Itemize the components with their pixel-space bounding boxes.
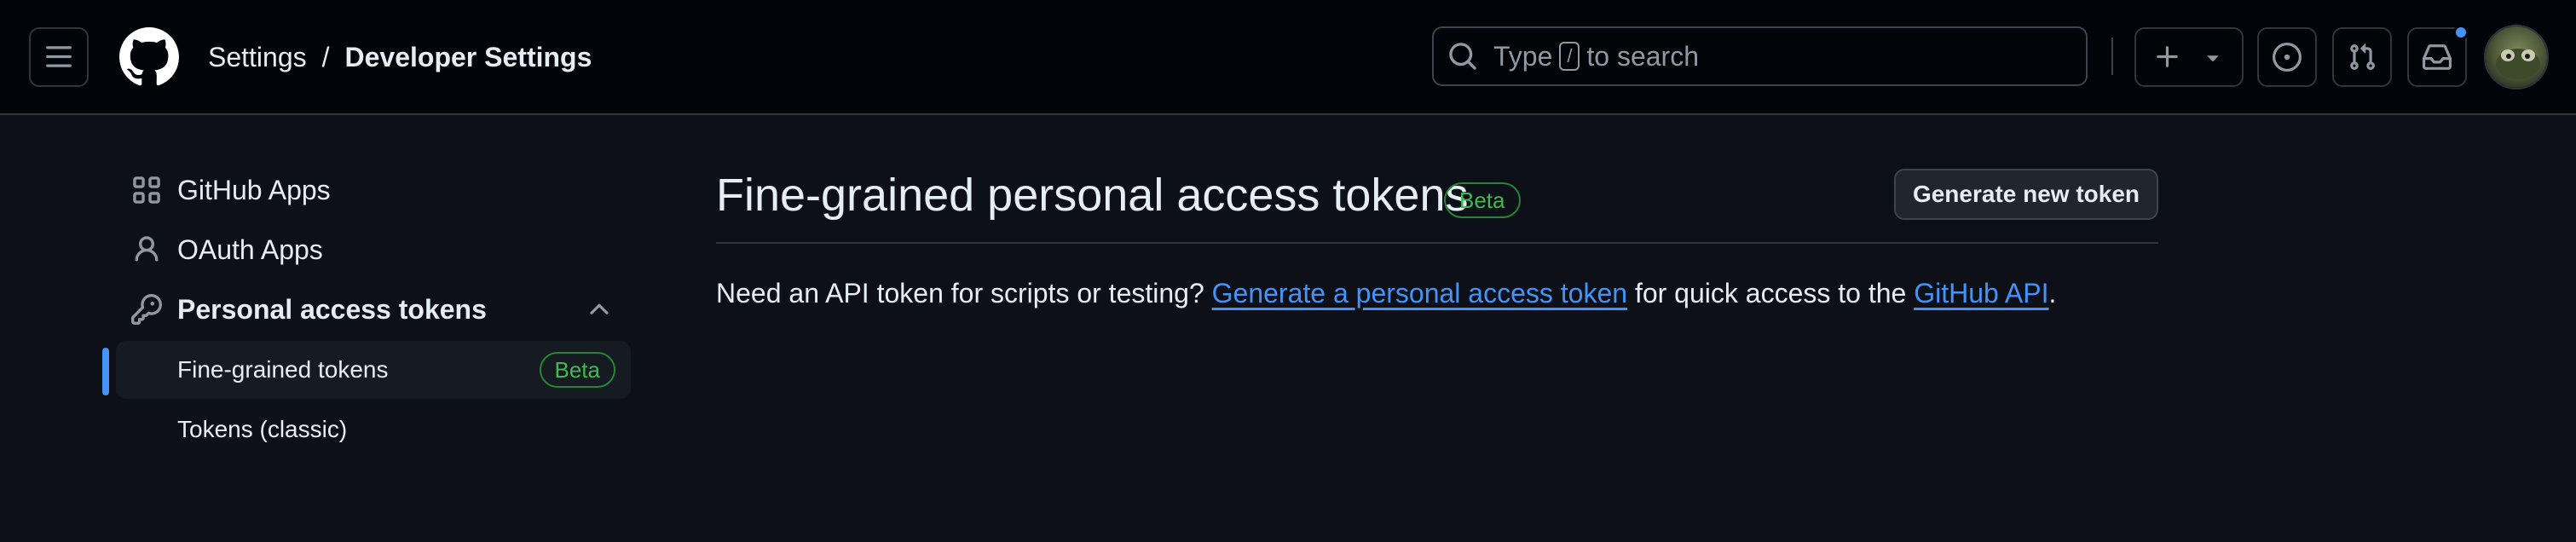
search-shortcut-key: /	[1559, 42, 1580, 71]
generate-new-token-button[interactable]: Generate new token	[1894, 169, 2158, 220]
pull-requests-button[interactable]	[2332, 27, 2392, 87]
search-input[interactable]: Type / to search	[1432, 26, 2088, 86]
title-beta-badge: Beta	[1444, 182, 1521, 218]
issue-opened-icon	[2273, 43, 2302, 72]
active-indicator	[102, 348, 109, 395]
beta-badge: Beta	[539, 352, 615, 388]
sidebar-item-tokens-classic[interactable]: Tokens (classic)	[116, 401, 631, 458]
sidebar-subitem-label: Fine-grained tokens	[177, 356, 389, 383]
sidebar-item-oauth-apps[interactable]: OAuth Apps	[102, 222, 631, 278]
description-text: for quick access to the	[1634, 278, 1907, 308]
sidebar-item-personal-access-tokens[interactable]: Personal access tokens	[102, 281, 631, 337]
chevron-up-icon[interactable]	[585, 295, 614, 324]
sidebar-item-label: GitHub Apps	[177, 174, 331, 205]
create-new-button[interactable]	[2134, 27, 2244, 87]
breadcrumb-settings-link[interactable]: Settings	[208, 42, 307, 73]
sidebar-item-github-apps[interactable]: GitHub Apps	[102, 162, 631, 218]
hamburger-icon	[46, 46, 72, 67]
sidebar-item-fine-grained-tokens[interactable]: Fine-grained tokens Beta	[116, 341, 631, 399]
github-api-link[interactable]: GitHub API	[1914, 278, 2048, 308]
triangle-down-icon	[2207, 55, 2219, 62]
generate-token-link[interactable]: Generate a personal access token	[1212, 278, 1627, 308]
github-logo-icon[interactable]	[119, 27, 179, 87]
breadcrumb-separator: /	[321, 41, 330, 72]
search-icon	[1449, 43, 1476, 70]
apps-icon	[133, 176, 160, 204]
search-placeholder: Type / to search	[1493, 41, 1699, 72]
breadcrumb: Settings / Developer Settings	[208, 37, 592, 77]
plus-icon	[2157, 46, 2178, 67]
key-icon	[131, 294, 162, 325]
menu-button[interactable]	[29, 27, 89, 87]
sidebar-item-label: Personal access tokens	[177, 293, 487, 325]
avatar[interactable]	[2484, 25, 2549, 89]
issues-button[interactable]	[2257, 27, 2317, 87]
description-text: Need an API token for scripts or testing…	[716, 278, 1204, 308]
git-pull-request-icon	[2350, 43, 2375, 70]
sidebar-subitem-label: Tokens (classic)	[177, 416, 348, 442]
header-divider	[2111, 37, 2113, 75]
sidebar-item-label: OAuth Apps	[177, 234, 323, 265]
description-period: .	[2048, 278, 2057, 308]
person-icon	[135, 236, 159, 262]
search-placeholder-prefix: Type	[1493, 40, 1553, 72]
page-description: Need an API token for scripts or testing…	[716, 278, 2056, 309]
inbox-icon	[2423, 44, 2452, 70]
app-header: Settings / Developer Settings Type / to …	[0, 0, 2576, 115]
page-title: Fine-grained personal access tokens	[716, 170, 1469, 221]
avatar-image	[2486, 26, 2547, 88]
notification-indicator	[2453, 25, 2469, 40]
page-header: Fine-grained personal access tokens Beta…	[716, 162, 2158, 244]
breadcrumb-developer-settings[interactable]: Developer Settings	[345, 42, 592, 73]
search-placeholder-suffix: to search	[1586, 40, 1699, 72]
